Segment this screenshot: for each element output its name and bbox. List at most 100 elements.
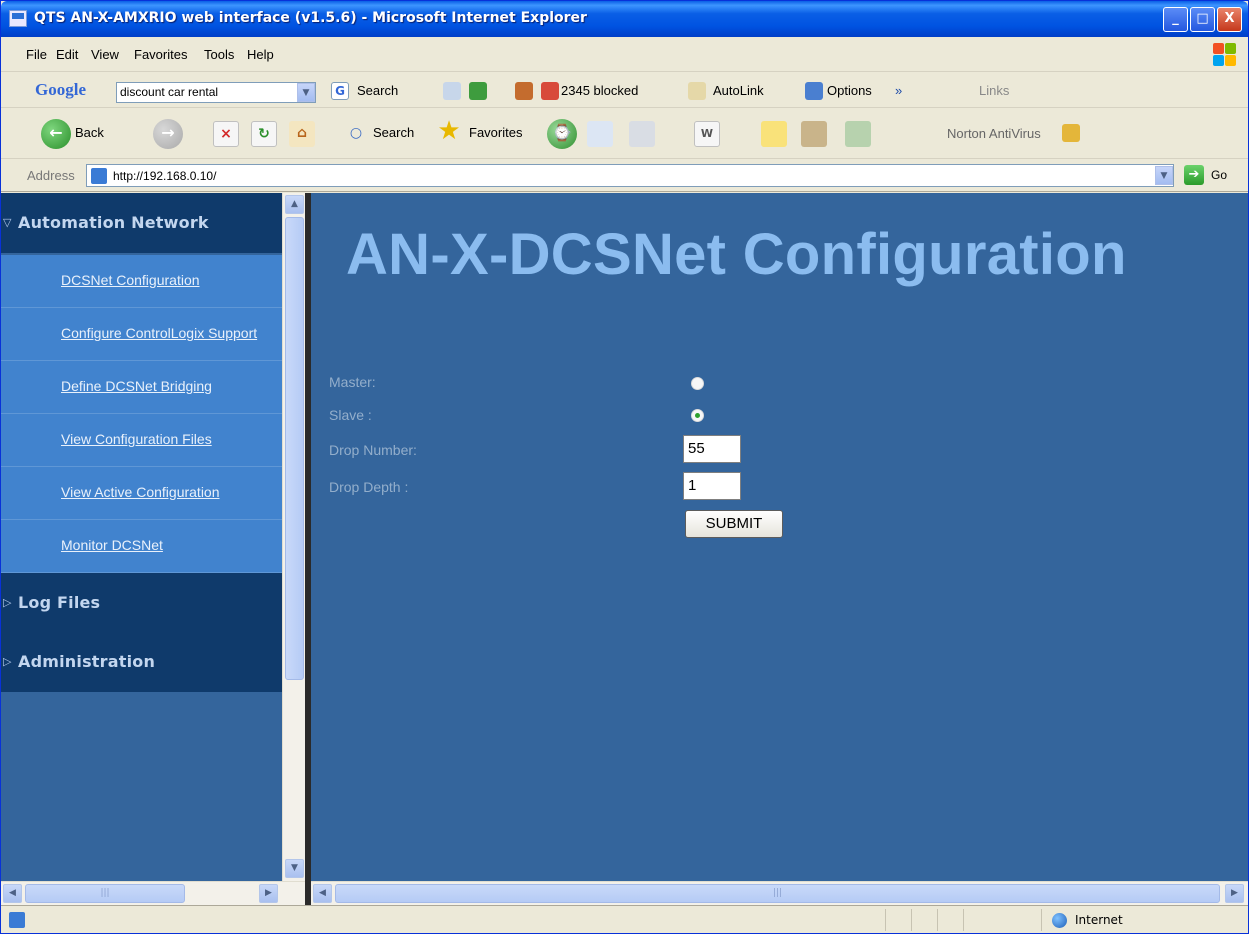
forward-arrow-icon[interactable]: → (153, 119, 183, 149)
stop-icon[interactable]: × (213, 121, 239, 147)
search-icon[interactable]: ○ (343, 121, 369, 147)
scroll-down-icon[interactable]: ▼ (285, 859, 304, 878)
status-bar: Internet (1, 905, 1248, 933)
nav-link[interactable]: View Configuration Files (61, 431, 281, 447)
master-radio[interactable] (691, 377, 704, 390)
refresh-icon[interactable]: ↻ (251, 121, 277, 147)
menu-view[interactable]: View (91, 47, 119, 62)
nav-section-log-files[interactable]: ▷ Log Files (1, 573, 282, 633)
menu-tools[interactable]: Tools (204, 47, 234, 62)
menu-favorites[interactable]: Favorites (134, 47, 187, 62)
scroll-thumb[interactable]: ||| (25, 884, 185, 903)
messenger-icon[interactable] (845, 121, 871, 147)
content-frame: AN-X-DCSNet Configuration Master: Slave … (311, 193, 1248, 881)
slave-label: Slave : (329, 407, 372, 423)
maximize-button[interactable]: □ (1190, 7, 1215, 32)
print-icon[interactable] (629, 121, 655, 147)
home-icon[interactable]: ⌂ (289, 121, 315, 147)
edit-word-icon[interactable]: W (694, 121, 720, 147)
search-button[interactable]: Search (373, 125, 414, 140)
minimize-button[interactable]: _ (1163, 7, 1188, 32)
back-button[interactable]: Back (75, 125, 104, 140)
notes-icon[interactable] (761, 121, 787, 147)
back-arrow-icon[interactable]: ← (41, 119, 71, 149)
google-search-button[interactable]: Search (357, 83, 398, 98)
windows-flag-icon (1210, 40, 1240, 68)
address-url[interactable]: http://192.168.0.10/ (113, 169, 216, 183)
nav-item-monitor-dcsnet: Monitor DCSNet (1, 520, 282, 573)
content-horizontal-scrollbar[interactable]: ◀ ||| ▶ (311, 881, 1248, 905)
page-status-icon (9, 912, 25, 928)
nav-item-view-configuration-files: View Configuration Files (1, 414, 282, 467)
menu-file[interactable]: File (26, 47, 47, 62)
options-button[interactable]: Options (827, 83, 872, 98)
autolink-icon[interactable] (688, 82, 706, 100)
nav-link[interactable]: Monitor DCSNet (61, 537, 281, 553)
go-button[interactable]: Go (1211, 168, 1227, 182)
drop-depth-input[interactable]: 1 (683, 472, 741, 500)
expanded-arrow-icon: ▽ (3, 216, 12, 229)
nav-link[interactable]: View Active Configuration (61, 484, 281, 500)
nav-section-automation-network[interactable]: ▽ Automation Network (1, 193, 282, 253)
nav-item-define-dcsnet-bridging: Define DCSNet Bridging (1, 361, 282, 414)
google-g-icon[interactable]: G (331, 82, 349, 100)
favorites-star-icon[interactable]: ★ (436, 118, 462, 145)
blocked-count[interactable]: 2345 blocked (561, 83, 638, 98)
nav-section-administration[interactable]: ▷ Administration (1, 632, 282, 692)
title-bar[interactable]: QTS AN-X-AMXRIO web interface (v1.5.6) -… (1, 1, 1248, 37)
nav-section-label: Log Files (18, 593, 101, 612)
drop-number-label: Drop Number: (329, 442, 417, 458)
scroll-thumb[interactable] (285, 217, 304, 680)
address-label: Address (27, 168, 75, 183)
nav-horizontal-scrollbar[interactable]: ◀ ||| ▶ (1, 881, 305, 905)
options-icon[interactable] (805, 82, 823, 100)
menu-bar: File Edit View Favorites Tools Help (1, 37, 1248, 72)
submit-button[interactable]: SUBMIT (685, 510, 783, 538)
nav-item-view-active-configuration: View Active Configuration (1, 467, 282, 520)
nav-vertical-scrollbar[interactable]: ▲ ▼ (282, 193, 305, 881)
autolink-button[interactable]: AutoLink (713, 83, 764, 98)
popup-blocker-icon[interactable] (515, 82, 533, 100)
blocked-icon[interactable] (541, 82, 559, 100)
address-input[interactable]: http://192.168.0.10/ ▼ (86, 164, 1174, 187)
nav-link[interactable]: Configure ControlLogix Support (61, 325, 281, 341)
scroll-right-icon[interactable]: ▶ (259, 884, 278, 903)
slave-radio[interactable] (691, 409, 704, 422)
standard-toolbar: ← Back → × ↻ ⌂ ○ Search ★ Favorites ⌚ W … (1, 108, 1248, 159)
news-icon[interactable] (469, 82, 487, 100)
scroll-thumb[interactable]: ||| (335, 884, 1220, 903)
nav-link[interactable]: DCSNet Configuration (61, 272, 281, 288)
chevron-down-icon[interactable]: ▼ (297, 83, 315, 102)
norton-antivirus-label[interactable]: Norton AntiVirus (947, 126, 1041, 141)
favorites-button[interactable]: Favorites (469, 125, 522, 140)
history-icon[interactable]: ⌚ (547, 119, 577, 149)
nav-section-label: Administration (18, 652, 156, 671)
scroll-left-icon[interactable]: ◀ (3, 884, 22, 903)
mail-icon[interactable] (587, 121, 613, 147)
norton-icon[interactable] (1062, 124, 1080, 142)
window-title: QTS AN-X-AMXRIO web interface (v1.5.6) -… (34, 10, 587, 26)
drop-number-input[interactable]: 55 (683, 435, 741, 463)
close-button[interactable]: X (1217, 7, 1242, 32)
collapsed-arrow-icon: ▷ (3, 596, 12, 609)
chevron-down-icon[interactable]: ▼ (1155, 166, 1173, 185)
security-zone: Internet (1075, 913, 1123, 927)
scroll-right-icon[interactable]: ▶ (1225, 884, 1244, 903)
scroll-left-icon[interactable]: ◀ (313, 884, 332, 903)
status-divider (937, 909, 938, 931)
nav-item-dcsnet-configuration: DCSNet Configuration (1, 255, 282, 308)
go-arrow-icon[interactable]: ➔ (1184, 165, 1204, 185)
menu-edit[interactable]: Edit (56, 47, 78, 62)
pagerank-icon[interactable] (443, 82, 461, 100)
nav-link[interactable]: Define DCSNet Bridging (61, 378, 281, 394)
google-search-input[interactable]: discount car rental (116, 82, 316, 103)
browser-window: QTS AN-X-AMXRIO web interface (v1.5.6) -… (0, 0, 1249, 934)
google-logo[interactable]: Google (35, 80, 86, 100)
menu-help[interactable]: Help (247, 47, 274, 62)
scroll-up-icon[interactable]: ▲ (285, 195, 304, 214)
nav-item-configure-controllogix-support: Configure ControlLogix Support (1, 308, 282, 361)
research-icon[interactable] (801, 121, 827, 147)
links-label[interactable]: Links (979, 83, 1009, 98)
globe-icon (1052, 913, 1067, 928)
more-chevron[interactable]: » (895, 83, 902, 98)
